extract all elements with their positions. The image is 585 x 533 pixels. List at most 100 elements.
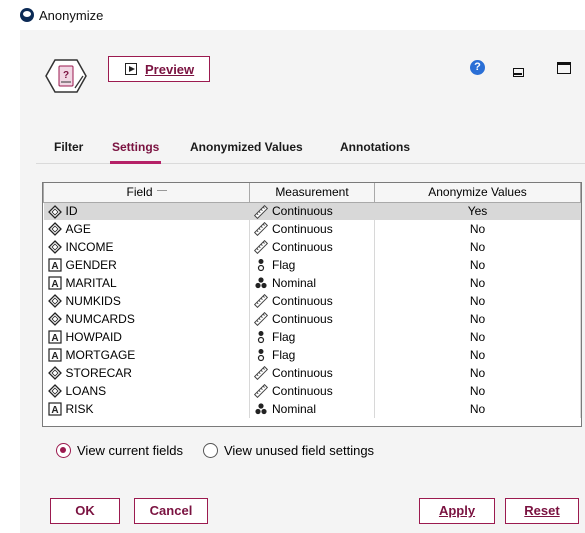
flag-icon: [254, 330, 268, 344]
table-row[interactable]: A GENDER Flag No: [43, 256, 581, 274]
preview-button[interactable]: Preview: [108, 56, 210, 82]
table-row[interactable]: NUMKIDS Continuous No: [43, 292, 581, 310]
radio-view-unused-fields[interactable]: [202, 442, 218, 458]
svg-text:A: A: [51, 261, 58, 272]
anonymize-cell[interactable]: Yes: [374, 202, 581, 220]
measurement-value: Flag: [272, 347, 296, 362]
measurement-cell[interactable]: Continuous: [249, 220, 375, 238]
column-header-measurement[interactable]: Measurement: [249, 183, 375, 203]
field-cell[interactable]: A RISK: [43, 400, 250, 418]
measurement-cell[interactable]: Continuous: [249, 292, 375, 310]
anonymize-cell[interactable]: No: [374, 220, 581, 238]
table-row[interactable]: AGE Continuous No: [43, 220, 581, 238]
measurement-cell[interactable]: Nominal: [249, 400, 375, 418]
field-cell[interactable]: A GENDER: [43, 256, 250, 274]
anonymize-cell[interactable]: No: [374, 400, 581, 418]
anonymize-cell[interactable]: No: [374, 274, 581, 292]
anonymize-cell[interactable]: No: [374, 328, 581, 346]
title-bar: Anonymize: [0, 0, 585, 30]
measurement-cell[interactable]: Flag: [249, 256, 375, 274]
measurement-value: Continuous: [272, 311, 333, 326]
anonymize-cell[interactable]: No: [374, 256, 581, 274]
tab-annotations[interactable]: Annotations: [340, 140, 410, 154]
table-row[interactable]: A HOWPAID Flag No: [43, 328, 581, 346]
column-header-field[interactable]: Field: [43, 183, 250, 203]
anonymize-cell[interactable]: No: [374, 364, 581, 382]
minimize-icon[interactable]: [513, 68, 524, 77]
field-name: AGE: [65, 221, 91, 236]
measurement-value: Continuous: [272, 221, 333, 236]
flag-icon: [254, 348, 268, 362]
measurement-cell[interactable]: Continuous: [249, 238, 375, 256]
ruler-icon: [253, 204, 269, 219]
string-a-icon: A: [47, 330, 62, 344]
ruler-icon: [253, 384, 269, 399]
column-header-anonymize[interactable]: Anonymize Values: [374, 183, 581, 203]
field-name: MORTGAGE: [65, 347, 136, 362]
field-cell[interactable]: NUMCARDS: [43, 310, 250, 328]
play-icon: [125, 63, 137, 75]
svg-text:A: A: [51, 351, 58, 362]
table-row[interactable]: A RISK Nominal No: [43, 400, 581, 418]
svg-text:A: A: [51, 333, 58, 344]
field-cell[interactable]: A HOWPAID: [43, 328, 250, 346]
measurement-value: Flag: [272, 329, 296, 344]
measurement-value: Nominal: [272, 401, 317, 416]
measurement-value: Continuous: [272, 203, 333, 218]
field-cell[interactable]: ID: [43, 202, 250, 220]
svg-text:A: A: [51, 279, 58, 290]
field-cell[interactable]: LOANS: [43, 382, 250, 400]
tab-bar: Filter Settings Anonymized Values Annota…: [36, 134, 585, 164]
measurement-cell[interactable]: Continuous: [249, 364, 375, 382]
field-name: RISK: [65, 401, 94, 416]
string-a-icon: A: [47, 258, 62, 272]
measurement-cell[interactable]: Continuous: [249, 202, 375, 220]
radio-view-current-fields[interactable]: [56, 442, 71, 458]
help-icon[interactable]: ?: [470, 60, 485, 75]
reset-button[interactable]: Reset: [505, 498, 579, 524]
continuous-diamond-icon: [47, 384, 62, 399]
field-name: STORECAR: [65, 365, 132, 380]
table-row[interactable]: STORECAR Continuous No: [43, 364, 581, 382]
measurement-cell[interactable]: Flag: [249, 346, 375, 364]
tab-anonymized-values[interactable]: Anonymized Values: [190, 140, 303, 154]
table-row[interactable]: LOANS Continuous No: [43, 382, 581, 400]
tab-settings[interactable]: Settings: [109, 140, 162, 164]
cancel-button[interactable]: Cancel: [134, 498, 208, 524]
field-name: ID: [65, 203, 78, 218]
anonymize-cell[interactable]: No: [374, 346, 581, 364]
table-row[interactable]: ID Continuous Yes: [43, 202, 581, 220]
field-cell[interactable]: STORECAR: [43, 364, 250, 382]
table-row[interactable]: INCOME Continuous No: [43, 238, 581, 256]
field-name: GENDER: [65, 257, 117, 272]
field-cell[interactable]: INCOME: [43, 238, 250, 256]
table-row[interactable]: A MARITAL Nominal No: [43, 274, 581, 292]
field-name: NUMCARDS: [65, 311, 135, 326]
app-logo-icon: [20, 8, 34, 22]
ok-button[interactable]: OK: [50, 498, 120, 524]
ruler-icon: [253, 294, 269, 309]
measurement-cell[interactable]: Continuous: [249, 310, 375, 328]
svg-text:A: A: [51, 405, 58, 416]
ruler-icon: [253, 222, 269, 237]
field-cell[interactable]: A MORTGAGE: [43, 346, 250, 364]
anonymize-cell[interactable]: No: [374, 292, 581, 310]
table-row[interactable]: A MORTGAGE Flag No: [43, 346, 581, 364]
measurement-cell[interactable]: Nominal: [249, 274, 375, 292]
flag-icon: [254, 258, 268, 272]
measurement-cell[interactable]: Flag: [249, 328, 375, 346]
table-row[interactable]: NUMCARDS Continuous No: [43, 310, 581, 328]
field-cell[interactable]: A MARITAL: [43, 274, 250, 292]
string-a-icon: A: [47, 348, 62, 362]
field-cell[interactable]: AGE: [43, 220, 250, 238]
continuous-diamond-icon: [47, 366, 62, 381]
measurement-cell[interactable]: Continuous: [249, 382, 375, 400]
nominal-icon: [254, 276, 268, 290]
tab-filter[interactable]: Filter: [54, 140, 83, 154]
anonymize-cell[interactable]: No: [374, 310, 581, 328]
field-cell[interactable]: NUMKIDS: [43, 292, 250, 310]
apply-button[interactable]: Apply: [419, 498, 495, 524]
maximize-icon[interactable]: [557, 62, 571, 74]
anonymize-cell[interactable]: No: [374, 382, 581, 400]
anonymize-cell[interactable]: No: [374, 238, 581, 256]
